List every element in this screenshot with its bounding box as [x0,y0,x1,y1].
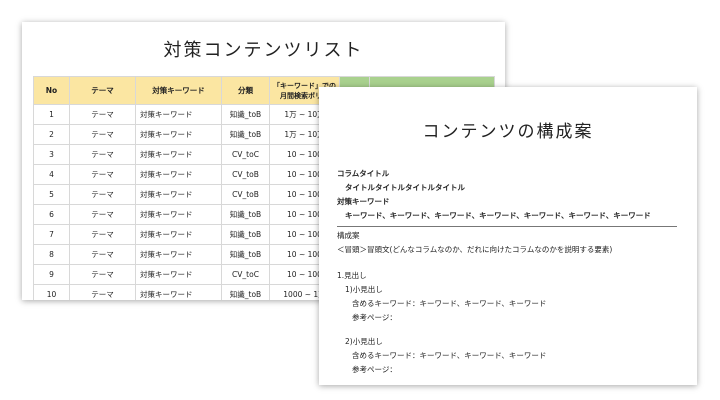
header-keyword: 対策キーワード [135,76,222,105]
cell-no: 4 [33,164,70,185]
cell-no: 2 [33,124,70,145]
cell-keyword: 対策キーワード [135,264,222,285]
cell-keyword: 対策キーワード [135,184,222,205]
cell-keyword: 対策キーワード [135,124,222,145]
subheading-1: 1)小見出し [345,285,383,294]
cell-no: 6 [33,204,70,225]
cell-theme: テーマ [69,244,136,265]
cell-keyword: 対策キーワード [135,164,222,185]
cell-no: 1 [33,104,70,125]
sheet-title: 対策コンテンツリスト [163,40,364,61]
divider [337,226,677,227]
cell-keyword: 対策キーワード [135,224,222,245]
content-outline-document: コンテンツの構成案 コラムタイトル タイトルタイトルタイトルタイトル 対策キーワ… [319,87,697,385]
header-no: No [33,76,70,105]
cell-no: 10 [33,284,70,300]
cell-category: 知識_toB [221,284,270,300]
keyword-label: 対策キーワード [337,197,390,206]
cell-theme: テーマ [69,104,136,125]
subheading-2-keywords: 含めるキーワード：キーワード、キーワード、キーワード [352,351,547,360]
cell-no: 8 [33,244,70,265]
cell-theme: テーマ [69,204,136,225]
subheading-1-reference: 参考ページ： [352,313,397,322]
header-category: 分類 [221,76,270,105]
cell-theme: テーマ [69,284,136,300]
subheading-2-reference: 参考ページ： [352,365,397,374]
lead-text: ＜冒頭＞冒頭文(どんなコラムなのか、だれに向けたコラムなのかを説明する要素) [337,245,613,254]
cell-category: CV_toC [221,264,270,285]
cell-category: 知識_toB [221,244,270,265]
cell-category: CV_toB [221,164,270,185]
doc-title: コンテンツの構成案 [422,122,594,142]
cell-category: 知識_toB [221,104,270,125]
keyword-value: キーワード、キーワード、キーワード、キーワード、キーワード、キーワード、キーワー… [345,211,651,220]
cell-keyword: 対策キーワード [135,144,222,165]
cell-theme: テーマ [69,184,136,205]
column-title-label: コラムタイトル [337,169,390,178]
cell-category: CV_toC [221,144,270,165]
column-title-value: タイトルタイトルタイトルタイトル [345,183,465,192]
subheading-1-keywords: 含めるキーワード：キーワード、キーワード、キーワード [352,299,547,308]
cell-theme: テーマ [69,144,136,165]
cell-category: 知識_toB [221,204,270,225]
cell-theme: テーマ [69,164,136,185]
doc-body: コラムタイトル タイトルタイトルタイトルタイトル 対策キーワード キーワード、キ… [337,167,682,377]
cell-theme: テーマ [69,124,136,145]
cell-category: CV_toB [221,184,270,205]
cell-no: 3 [33,144,70,165]
cell-keyword: 対策キーワード [135,284,222,300]
cell-no: 7 [33,224,70,245]
heading-1: 1.見出し [337,271,367,280]
cell-category: 知識_toB [221,124,270,145]
cell-no: 9 [33,264,70,285]
cell-theme: テーマ [69,264,136,285]
cell-keyword: 対策キーワード [135,104,222,125]
cell-keyword: 対策キーワード [135,244,222,265]
header-theme: テーマ [69,76,136,105]
cell-theme: テーマ [69,224,136,245]
structure-label: 構成案 [337,231,360,240]
cell-keyword: 対策キーワード [135,204,222,225]
subheading-2: 2)小見出し [345,337,383,346]
cell-no: 5 [33,184,70,205]
cell-category: 知識_toB [221,224,270,245]
